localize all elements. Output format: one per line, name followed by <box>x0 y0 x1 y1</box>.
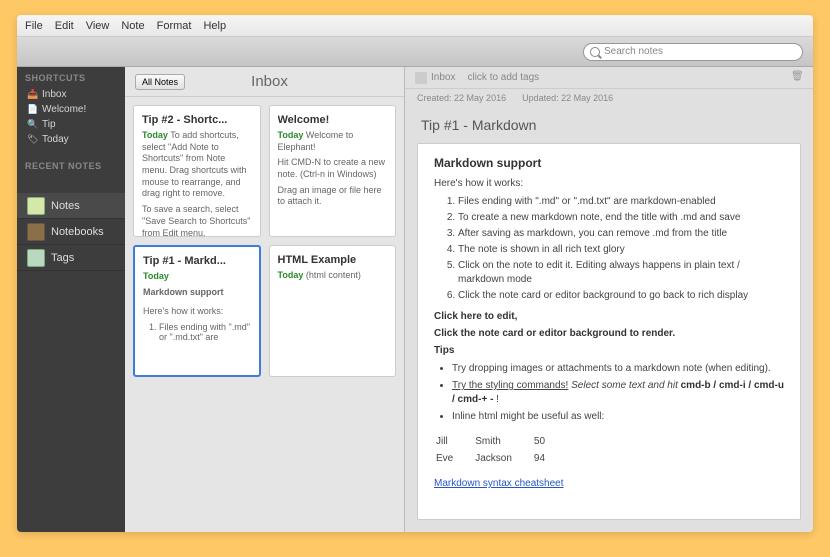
cards-grid: Tip #2 - Shortc... Today To add shortcut… <box>125 97 404 385</box>
nav-notebooks[interactable]: Notebooks <box>17 219 125 245</box>
trash-icon[interactable]: 🗑 <box>791 71 803 85</box>
nav-notes[interactable]: Notes <box>17 193 125 219</box>
shortcut-welcome[interactable]: 📄Welcome! <box>17 102 125 117</box>
tags-icon <box>27 249 45 267</box>
shortcuts-heading: SHORTCUTS <box>17 67 125 87</box>
shortcut-inbox[interactable]: 📥Inbox <box>17 87 125 102</box>
toolbar: Search notes <box>17 37 813 67</box>
note-list-title: Inbox <box>145 73 394 90</box>
card-date: Today <box>278 130 304 140</box>
menu-note[interactable]: Note <box>121 20 144 32</box>
menu-help[interactable]: Help <box>203 20 226 32</box>
note-detail: Inbox click to add tags 🗑 Created: 22 Ma… <box>405 67 813 532</box>
menu-edit[interactable]: Edit <box>55 20 74 32</box>
menubar: File Edit View Note Format Help <box>17 15 813 37</box>
note-title[interactable]: Tip #1 - Markdown <box>405 107 813 137</box>
search-input[interactable]: Search notes <box>583 43 803 61</box>
card-title: HTML Example <box>278 254 388 266</box>
note-list: All Notes Inbox Tip #2 - Shortc... Today… <box>125 67 405 532</box>
tags-hint[interactable]: click to add tags <box>467 72 539 83</box>
tips-list: Try dropping images or attachments to a … <box>452 362 784 424</box>
body-heading: Markdown support <box>434 156 784 170</box>
steps-list: Files ending with ".md" or ".md.txt" are… <box>458 195 784 303</box>
note-list-header: All Notes Inbox <box>125 67 404 97</box>
detail-bar: Inbox click to add tags 🗑 <box>405 67 813 89</box>
search-icon <box>590 47 600 57</box>
card-date: Today <box>143 271 251 283</box>
nav-tags[interactable]: Tags <box>17 245 125 271</box>
example-table: JillSmith50 EveJackson94 <box>434 432 567 468</box>
main: SHORTCUTS 📥Inbox 📄Welcome! 🔍Tip 🏷Today R… <box>17 67 813 532</box>
note-body[interactable]: Markdown support Here's how it works: Fi… <box>417 143 801 520</box>
note-card[interactable]: HTML Example Today (html content) <box>269 245 397 377</box>
recent-heading: RECENT NOTES <box>17 155 125 175</box>
detail-meta: Created: 22 May 2016 Updated: 22 May 201… <box>405 89 813 107</box>
menu-format[interactable]: Format <box>157 20 192 32</box>
notebook-icon <box>415 72 427 84</box>
app-window: File Edit View Note Format Help Search n… <box>17 15 813 532</box>
shortcut-today[interactable]: 🏷Today <box>17 132 125 147</box>
shortcut-tip[interactable]: 🔍Tip <box>17 117 125 132</box>
search-placeholder: Search notes <box>604 46 663 57</box>
search-icon: 🔍 <box>27 119 39 130</box>
note-icon: 📄 <box>27 104 39 115</box>
card-title: Tip #2 - Shortc... <box>142 114 252 126</box>
note-card-selected[interactable]: Tip #1 - Markd... Today Markdown support… <box>133 245 261 377</box>
menu-file[interactable]: File <box>25 20 43 32</box>
notes-icon <box>27 197 45 215</box>
notebooks-icon <box>27 223 45 241</box>
card-title: Welcome! <box>278 114 388 126</box>
note-card[interactable]: Welcome! Today Welcome to Elephant! Hit … <box>269 105 397 237</box>
card-date: Today <box>278 270 304 280</box>
cheatsheet-link[interactable]: Markdown syntax cheatsheet <box>434 478 564 489</box>
card-title: Tip #1 - Markd... <box>143 255 251 267</box>
card-date: Today <box>142 130 168 140</box>
inbox-icon: 📥 <box>27 89 39 100</box>
menu-view[interactable]: View <box>86 20 110 32</box>
sidebar: SHORTCUTS 📥Inbox 📄Welcome! 🔍Tip 🏷Today R… <box>17 67 125 532</box>
note-card[interactable]: Tip #2 - Shortc... Today To add shortcut… <box>133 105 261 237</box>
tag-icon: 🏷 <box>27 134 39 145</box>
breadcrumb[interactable]: Inbox <box>431 72 455 83</box>
